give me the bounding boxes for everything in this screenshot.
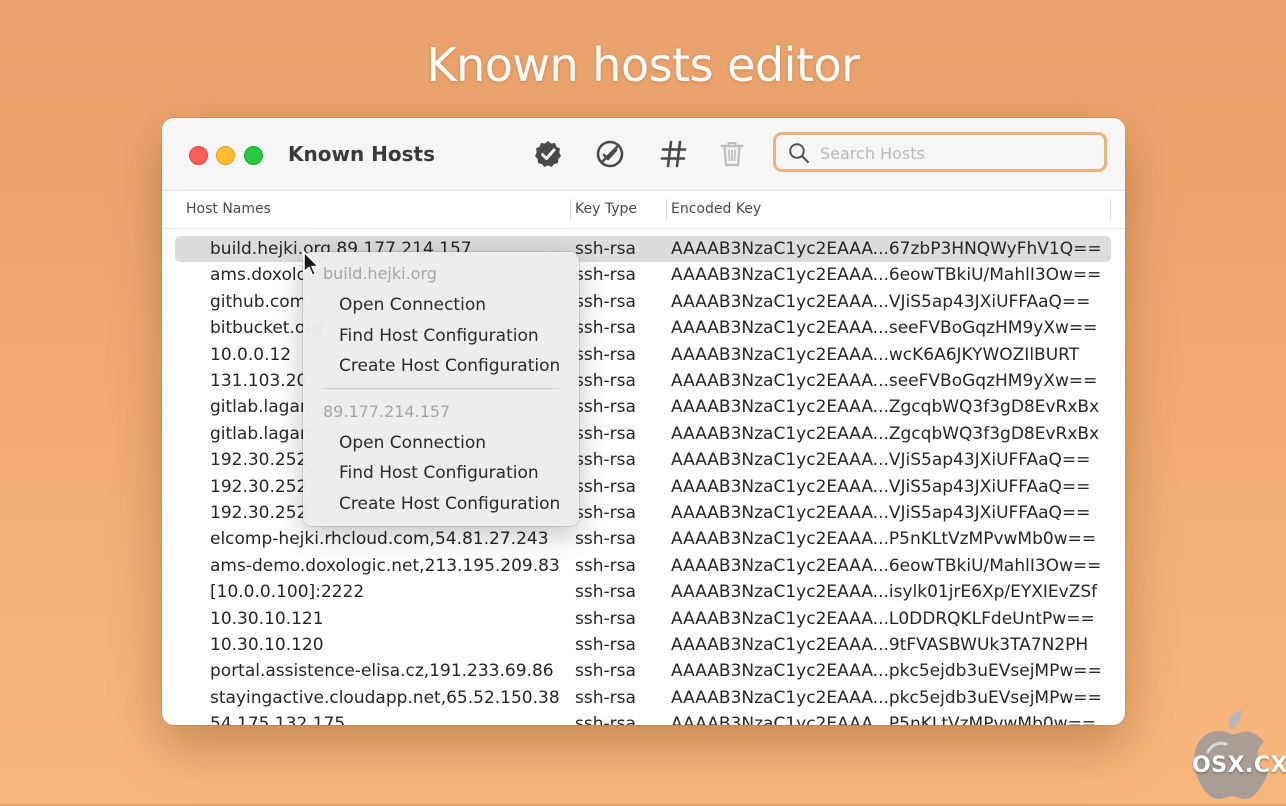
- menu-section-title: build.hejki.org: [323, 264, 437, 283]
- key-type-cell: ssh-rsa: [575, 291, 636, 312]
- encoded-key-cell: AAAAB3NzaC1yc2EAAA...pkc5ejdb3uEVsejMPw=…: [671, 661, 1102, 682]
- verify-badge-icon[interactable]: [532, 138, 564, 170]
- search-input[interactable]: [818, 139, 1092, 167]
- host-cell: stayingactive.cloudapp.net,65.52.150.38: [210, 687, 560, 708]
- search-field[interactable]: [773, 132, 1107, 172]
- menu-separator: [323, 388, 559, 389]
- window-titlebar: Known Hosts: [162, 118, 1125, 191]
- key-type-cell: ssh-rsa: [575, 555, 636, 576]
- key-type-cell: ssh-rsa: [575, 344, 636, 365]
- column-divider: [1110, 199, 1111, 221]
- key-type-cell: ssh-rsa: [575, 397, 636, 418]
- trash-icon[interactable]: [716, 138, 748, 170]
- host-cell: 131.103.20.: [210, 371, 313, 391]
- key-type-cell: ssh-rsa: [575, 423, 636, 444]
- menu-item-open-connection[interactable]: Open Connection: [339, 433, 486, 453]
- key-type-cell: ssh-rsa: [575, 529, 636, 550]
- table-row[interactable]: 10.30.10.120 ssh-rsa AAAAB3NzaC1yc2EAAA...…: [162, 632, 1125, 658]
- minimize-button[interactable]: [216, 146, 235, 165]
- encoded-key-cell: AAAAB3NzaC1yc2EAAA...6eowTBkiU/MahlI3Ow=…: [671, 555, 1102, 576]
- menu-section-title: 89.177.214.157: [323, 402, 451, 421]
- encoded-key-cell: AAAAB3NzaC1yc2EAAA...9tFVASBWUk3TA7N2PH: [671, 635, 1089, 655]
- host-cell: ams-demo.doxologic.net,213.195.209.83: [210, 555, 560, 576]
- context-menu: build.hejki.org Open Connection Find Hos…: [303, 252, 579, 526]
- menu-item-find-host-configuration[interactable]: Find Host Configuration: [339, 463, 539, 483]
- maximize-button[interactable]: [244, 146, 263, 165]
- column-header-key-type[interactable]: Key Type: [575, 201, 637, 217]
- key-type-cell: ssh-rsa: [575, 661, 636, 682]
- window-title: Known Hosts: [288, 142, 436, 166]
- key-type-cell: ssh-rsa: [575, 582, 636, 603]
- host-cell: github.com: [210, 291, 307, 312]
- encoded-key-cell: AAAAB3NzaC1yc2EAAA...VJiS5ap43JXiUFFAaQ=…: [671, 476, 1091, 497]
- table-row[interactable]: elcomp-hejki.rhcloud.com,54.81.27.243 ssh…: [162, 526, 1125, 552]
- encoded-key-cell: AAAAB3NzaC1yc2EAAA...ZgcqbWQ3f3gD8EvRxBx: [671, 397, 1100, 418]
- host-cell: gitlab.lagan: [210, 397, 311, 418]
- host-cell: 192.30.252: [210, 503, 308, 523]
- host-cell: 10.0.0.12: [210, 344, 292, 365]
- key-type-cell: ssh-rsa: [575, 265, 636, 286]
- menu-item-create-host-configuration[interactable]: Create Host Configuration: [339, 356, 560, 376]
- table-row[interactable]: 10.30.10.121 ssh-rsa AAAAB3NzaC1yc2EAAA...…: [162, 606, 1125, 632]
- encoded-key-cell: AAAAB3NzaC1yc2EAAA...VJiS5ap43JXiUFFAaQ=…: [671, 503, 1091, 523]
- encoded-key-cell: AAAAB3NzaC1yc2EAAA...pkc5ejdb3uEVsejMPw=…: [671, 687, 1102, 708]
- table-row[interactable]: 54.175.132.175 ssh-rsa AAAAB3NzaC1yc2EAAA.…: [162, 711, 1125, 725]
- encoded-key-cell: AAAAB3NzaC1yc2EAAA...67zbP3HNQWyFhV1Q==: [671, 239, 1102, 259]
- host-cell: 10.30.10.121: [210, 608, 324, 629]
- menu-item-create-host-configuration[interactable]: Create Host Configuration: [339, 494, 560, 514]
- table-row[interactable]: [10.0.0.100]:2222 ssh-rsa AAAAB3NzaC1yc2EA…: [162, 579, 1125, 605]
- column-header-host-names[interactable]: Host Names: [186, 201, 271, 217]
- table-header: Host Names Key Type Encoded Key: [162, 191, 1125, 229]
- encoded-key-cell: AAAAB3NzaC1yc2EAAA...VJiS5ap43JXiUFFAaQ=…: [671, 450, 1091, 471]
- column-header-encoded-key[interactable]: Encoded Key: [671, 201, 761, 217]
- encoded-key-cell: AAAAB3NzaC1yc2EAAA...wcK6A6JKYWOZIlBURT: [671, 344, 1080, 365]
- key-type-cell: ssh-rsa: [575, 687, 636, 708]
- host-cell: portal.assistence-elisa.cz,191.233.69.86: [210, 661, 554, 682]
- encoded-key-cell: AAAAB3NzaC1yc2EAAA...isylk01jrE6Xp/EYXIE…: [671, 582, 1098, 603]
- page-headline: Known hosts editor: [426, 38, 860, 92]
- encoded-key-cell: AAAAB3NzaC1yc2EAAA...L0DDRQKLFdeUntPw==: [671, 608, 1095, 629]
- host-cell: 10.30.10.120: [210, 635, 324, 655]
- key-type-cell: ssh-rsa: [575, 608, 636, 629]
- host-cell: [10.0.0.100]:2222: [210, 582, 365, 603]
- key-type-cell: ssh-rsa: [575, 239, 636, 259]
- key-type-cell: ssh-rsa: [575, 450, 636, 471]
- key-type-cell: ssh-rsa: [575, 714, 636, 725]
- table-row[interactable]: ams-demo.doxologic.net,213.195.209.83 ssh…: [162, 553, 1125, 579]
- key-type-cell: ssh-rsa: [575, 476, 636, 497]
- hash-icon[interactable]: [658, 138, 690, 170]
- mouse-pointer-icon: [302, 250, 322, 278]
- encoded-key-cell: AAAAB3NzaC1yc2EAAA...seeFVBoGqzHM9yXw==: [671, 318, 1098, 339]
- menu-item-find-host-configuration[interactable]: Find Host Configuration: [339, 326, 539, 346]
- table-row[interactable]: stayingactive.cloudapp.net,65.52.150.38 s…: [162, 685, 1125, 711]
- column-divider[interactable]: [666, 199, 667, 221]
- host-cell: 192.30.252: [210, 450, 308, 471]
- column-divider[interactable]: [570, 199, 571, 221]
- menu-item-open-connection[interactable]: Open Connection: [339, 295, 486, 315]
- encoded-key-cell: AAAAB3NzaC1yc2EAAA...P5nKLtVzMPvwMb0w==: [671, 529, 1097, 550]
- watermark-text: OSX.CX: [1192, 753, 1286, 778]
- key-type-cell: ssh-rsa: [575, 371, 636, 391]
- key-type-cell: ssh-rsa: [575, 318, 636, 339]
- key-type-cell: ssh-rsa: [575, 635, 636, 655]
- host-cell: elcomp-hejki.rhcloud.com,54.81.27.243: [210, 529, 549, 550]
- close-button[interactable]: [189, 146, 208, 165]
- host-cell: 54.175.132.175: [210, 714, 346, 725]
- key-type-cell: ssh-rsa: [575, 503, 636, 523]
- magnifier-icon: [788, 142, 810, 164]
- host-cell: 192.30.252: [210, 476, 308, 497]
- encoded-key-cell: AAAAB3NzaC1yc2EAAA...ZgcqbWQ3f3gD8EvRxBx: [671, 423, 1100, 444]
- encoded-key-cell: AAAAB3NzaC1yc2EAAA...seeFVBoGqzHM9yXw==: [671, 371, 1098, 391]
- encoded-key-cell: AAAAB3NzaC1yc2EAAA...VJiS5ap43JXiUFFAaQ=…: [671, 291, 1091, 312]
- table-row[interactable]: portal.assistence-elisa.cz,191.233.69.86…: [162, 658, 1125, 684]
- encoded-key-cell: AAAAB3NzaC1yc2EAAA...6eowTBkiU/MahlI3Ow=…: [671, 265, 1102, 286]
- encoded-key-cell: AAAAB3NzaC1yc2EAAA...P5nKLtVzMPvwMb0w==: [671, 714, 1097, 725]
- no-verify-icon[interactable]: [594, 138, 626, 170]
- host-cell: gitlab.lagan: [210, 423, 311, 444]
